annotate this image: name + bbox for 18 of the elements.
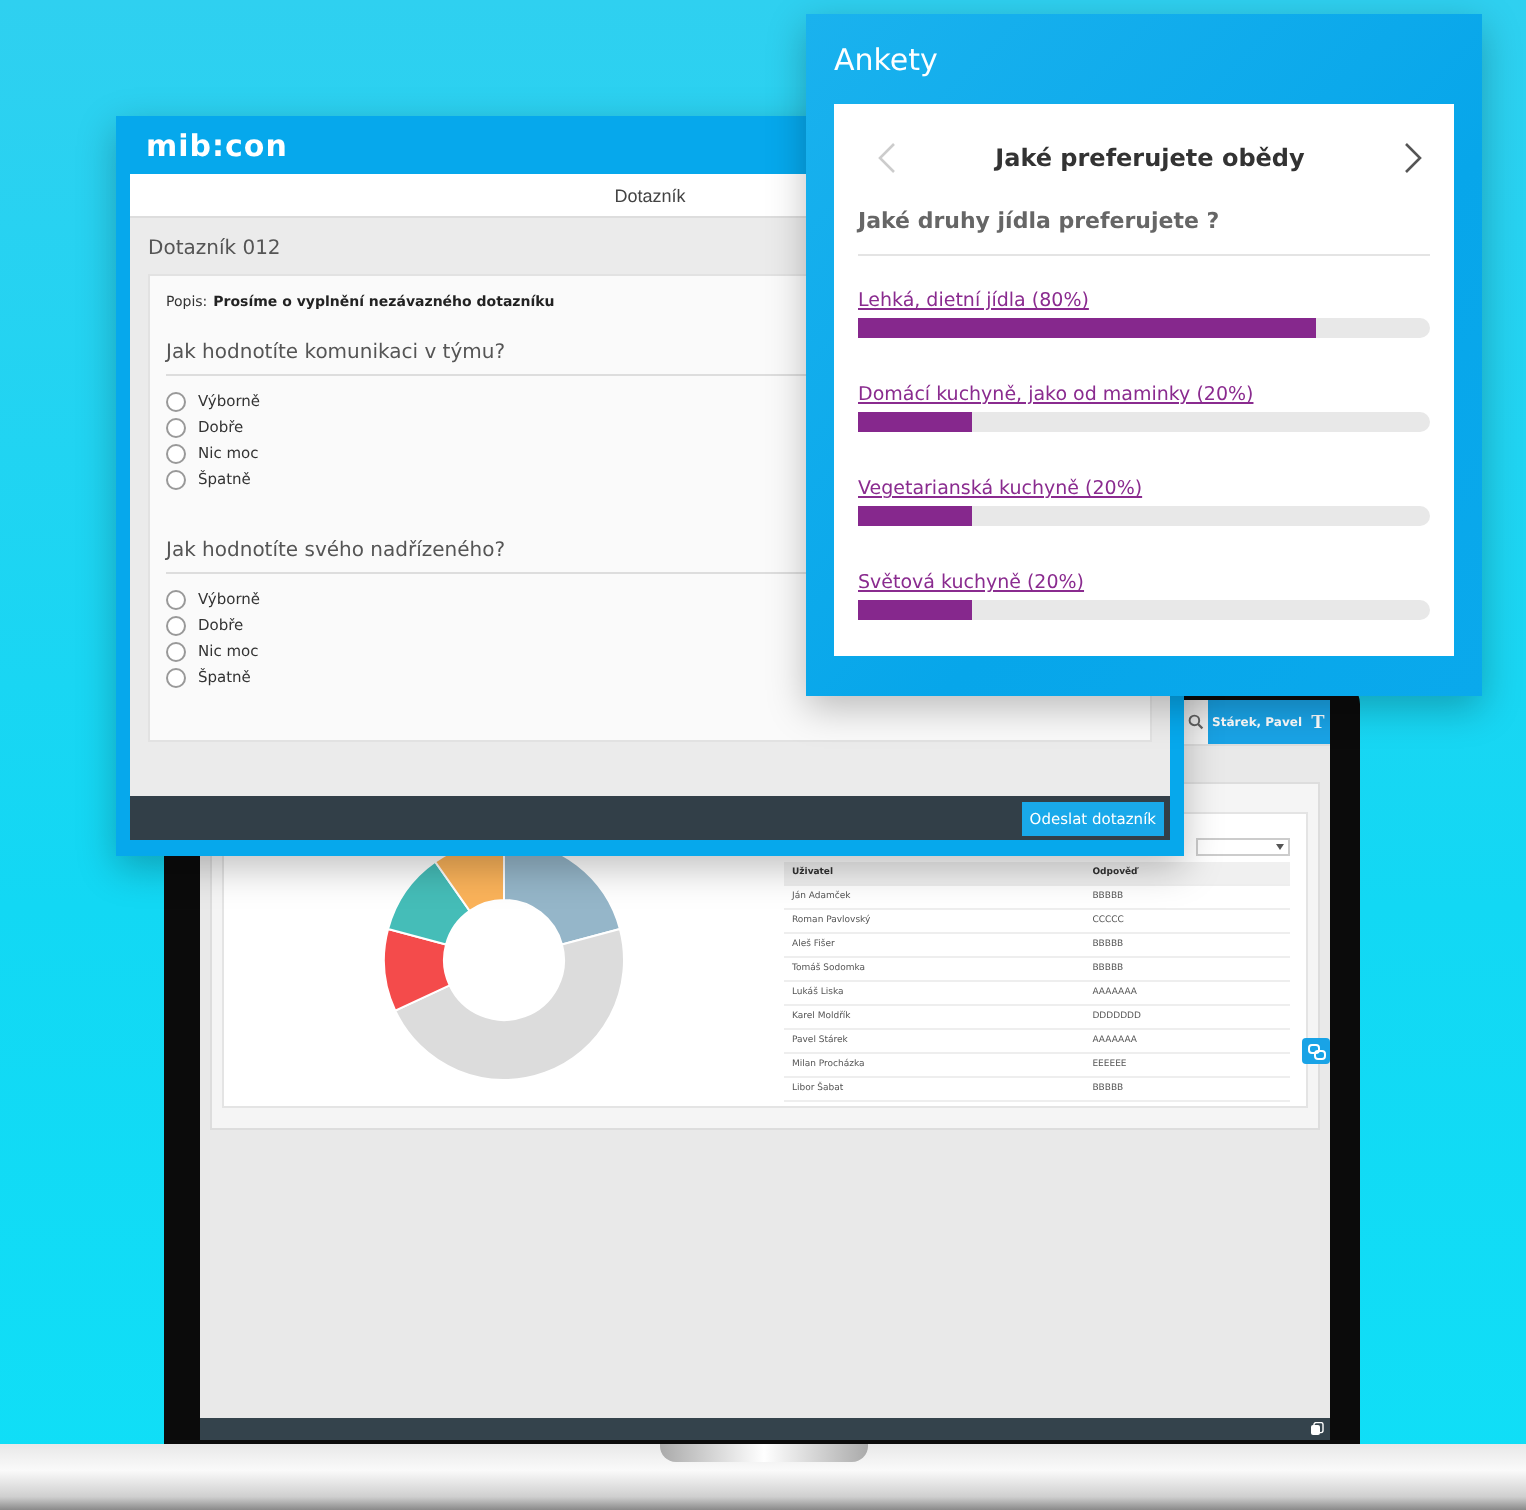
answer-link[interactable]: Světová kuchyně (20%) [858, 572, 1085, 594]
chat-button[interactable] [1302, 1038, 1330, 1064]
next-button[interactable] [1403, 142, 1422, 174]
form-title: Dotazník 012 [148, 238, 281, 260]
poll-title: Jaké preferujete obědy [995, 144, 1305, 172]
logo: mib:con [146, 127, 288, 163]
chat-icon [1307, 1043, 1325, 1059]
search-icon [1188, 714, 1205, 730]
search-button[interactable] [1184, 700, 1209, 744]
copy-icon [1310, 1422, 1324, 1436]
answer-link[interactable]: Lehká, dietní jídla (80%) [858, 290, 1089, 312]
answer-link[interactable]: Vegetarianská kuchyně (20%) [858, 478, 1143, 500]
caret-icon [1276, 844, 1284, 850]
chevron-left-icon [878, 142, 896, 174]
select-field[interactable] [1196, 838, 1290, 856]
chevron-right-icon [1403, 142, 1422, 174]
answer-link[interactable]: Domácí kuchyně, jako od maminky (20%) [858, 384, 1254, 406]
window-title: Ankety [834, 39, 940, 81]
